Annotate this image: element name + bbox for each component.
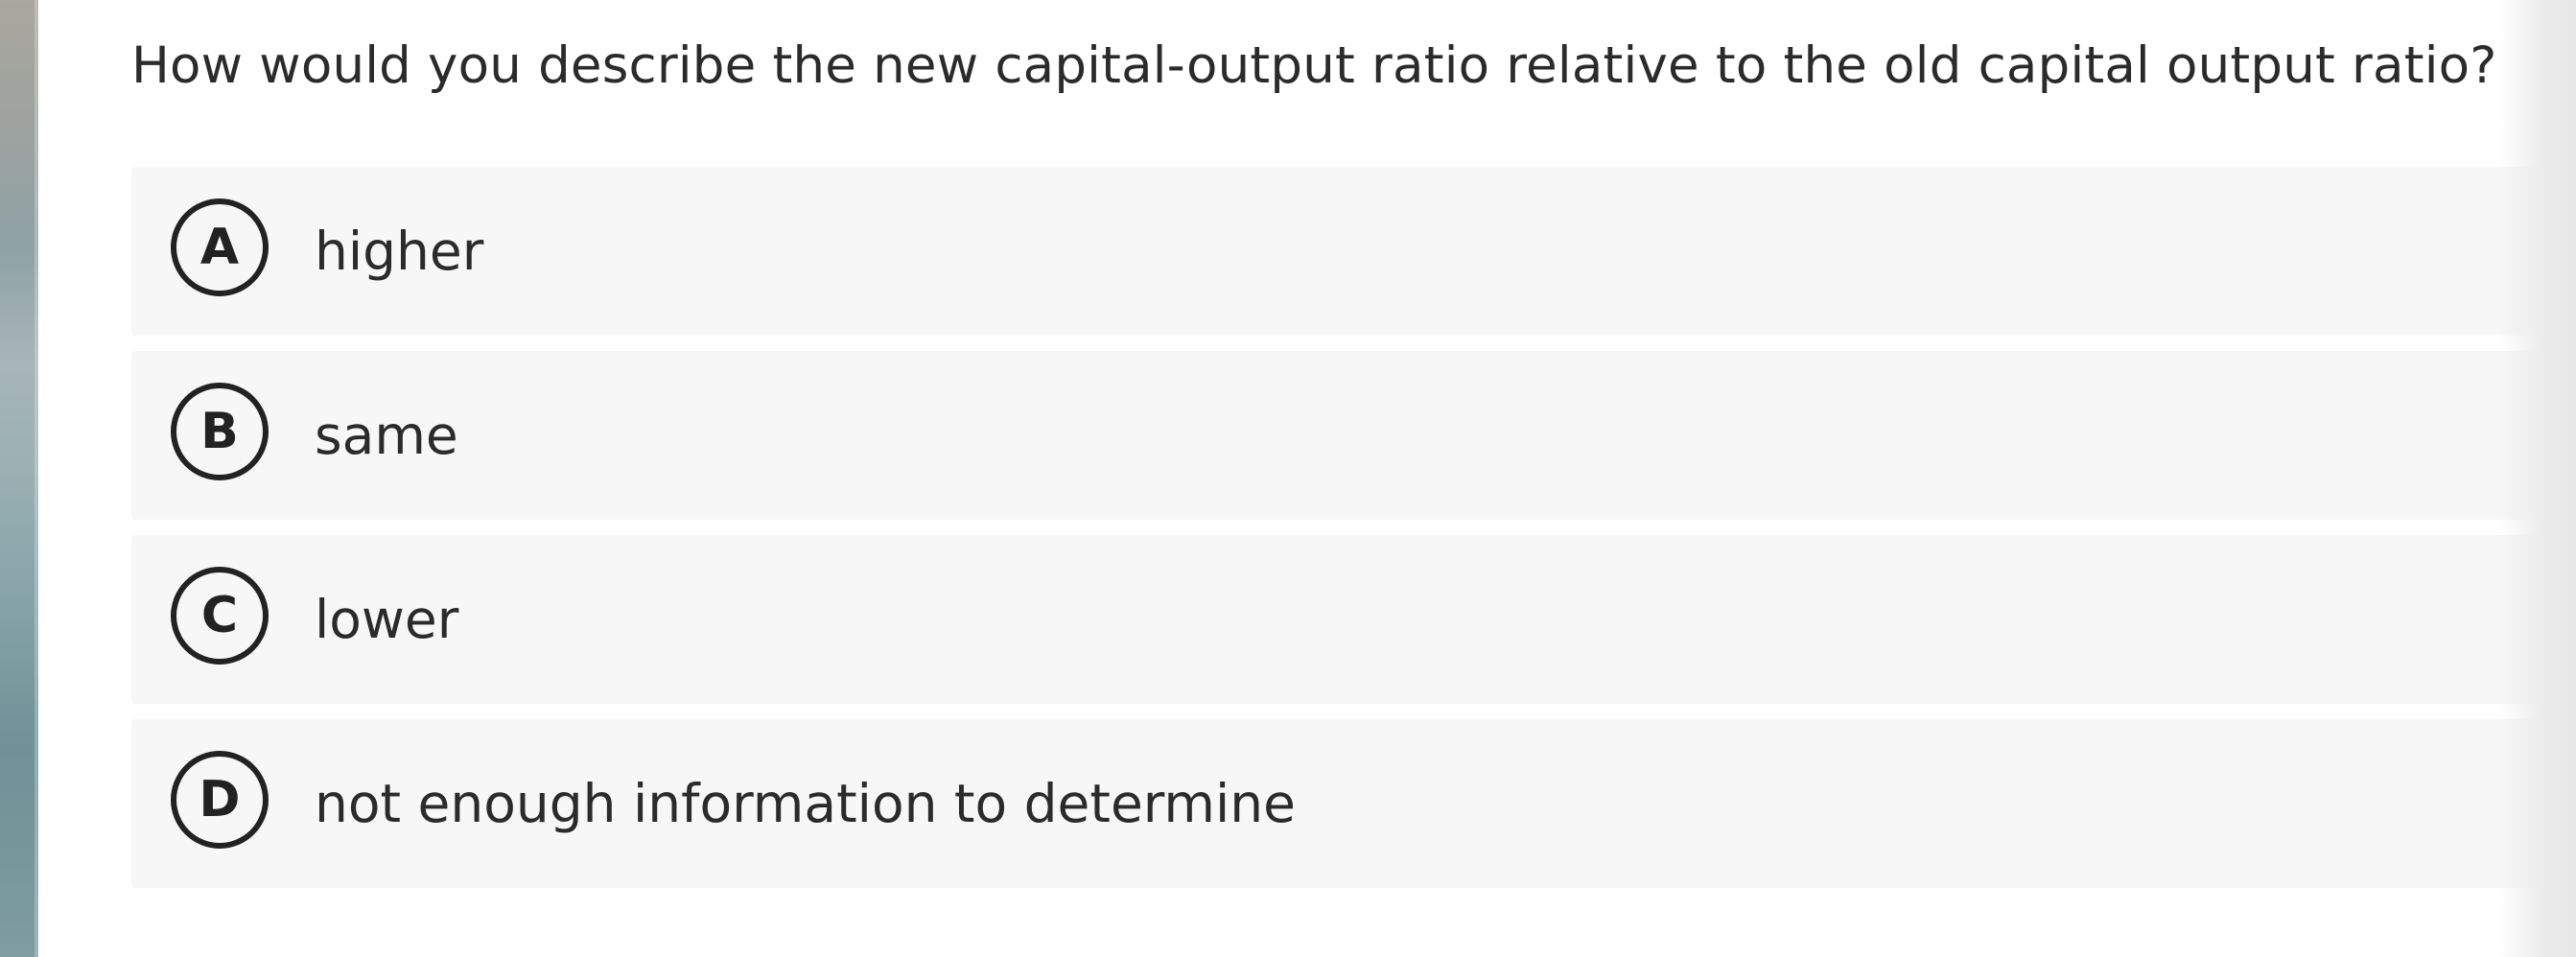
option-b[interactable]: B same: [131, 351, 2539, 520]
option-b-letter-badge: B: [171, 383, 269, 480]
option-a-letter-badge: A: [171, 198, 269, 296]
background-image-strip: [0, 0, 38, 957]
option-c-letter-badge: C: [171, 567, 269, 665]
question-card: How would you describe the new capital-o…: [38, 0, 2539, 957]
question-text: How would you describe the new capital-o…: [131, 36, 2497, 95]
right-edge-shade: [2499, 0, 2576, 957]
option-a-label: higher: [315, 221, 484, 282]
option-a[interactable]: A higher: [131, 167, 2539, 336]
option-b-label: same: [315, 405, 458, 466]
option-d-label: not enough information to determine: [315, 773, 1296, 834]
answer-options: A higher B same C lower D not enough inf…: [131, 167, 2539, 903]
option-c-label: lower: [315, 589, 459, 650]
option-c[interactable]: C lower: [131, 535, 2539, 704]
option-d-letter-badge: D: [171, 751, 269, 849]
option-d[interactable]: D not enough information to determine: [131, 719, 2539, 888]
